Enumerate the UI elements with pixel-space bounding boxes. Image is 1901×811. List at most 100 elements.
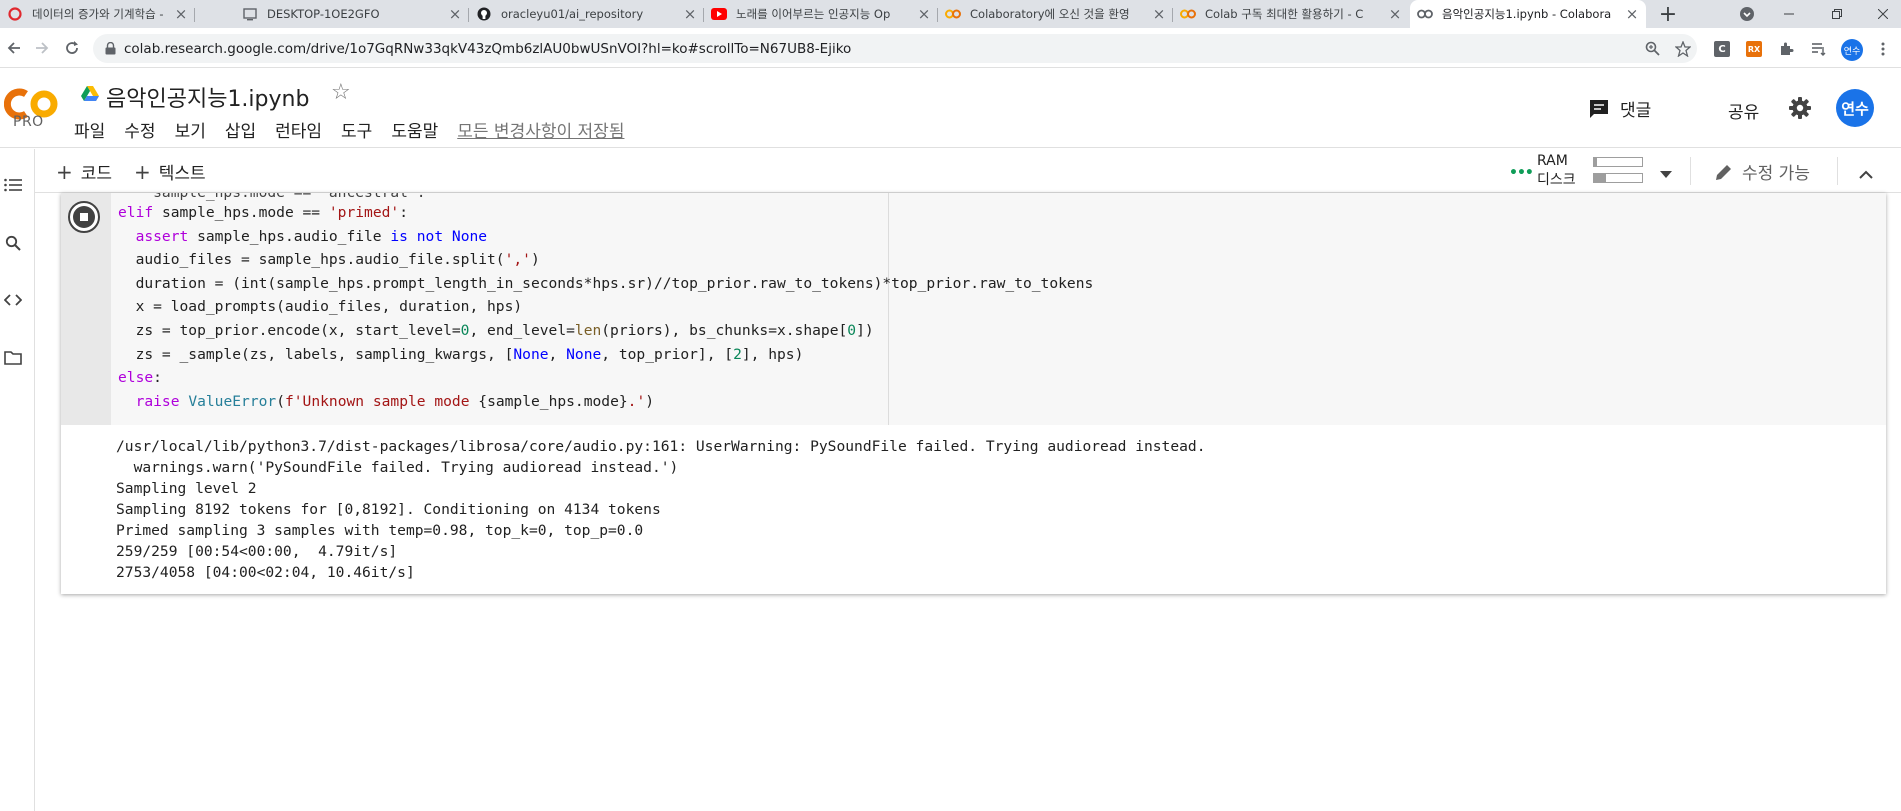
collapse-header-button[interactable] — [1855, 160, 1877, 189]
code-token: , — [548, 345, 567, 363]
code-token: None — [513, 345, 549, 363]
browser-tab[interactable]: DESKTOP-1OE2GFO × — [235, 0, 469, 28]
menu-runtime[interactable]: 런타임 — [275, 117, 322, 142]
code-cell[interactable]: sample_hps.mode == 'ancestral': elif sam… — [61, 193, 1886, 594]
tab-title: Colaboratory에 오신 것을 환영 — [970, 7, 1130, 21]
menu-help[interactable]: 도움말 — [391, 117, 438, 142]
search-icon — [5, 235, 21, 251]
star-icon[interactable]: ☆ — [331, 80, 351, 105]
code-line: raise ValueError(f'Unknown sample mode {… — [118, 390, 1093, 414]
back-button[interactable] — [0, 28, 28, 68]
code-token: 0 — [847, 321, 857, 339]
close-window-button[interactable] — [1872, 0, 1894, 28]
menu-tools[interactable]: 도구 — [341, 117, 372, 142]
code-token: : — [153, 369, 162, 387]
code-snippets-button[interactable] — [2, 289, 24, 311]
tab-search-button[interactable] — [1736, 0, 1758, 28]
left-sidebar — [0, 149, 35, 811]
browser-tab-active[interactable]: 음악인공지능1.ipynb - Colabora × — [1410, 0, 1646, 28]
address-bar[interactable]: colab.research.google.com/drive/1o7GqRNw… — [93, 34, 1697, 63]
code-content[interactable]: elif sample_hps.mode == 'primed': assert… — [118, 201, 1093, 413]
browser-tab[interactable]: oracleyu01/ai_repository × — [469, 0, 704, 28]
code-line-partial: sample_hps.mode == 'ancestral': — [118, 193, 425, 201]
comment-label: 댓글 — [1620, 101, 1652, 121]
minimize-button[interactable] — [1778, 0, 1800, 28]
tab-title: 노래를 이어부르는 인공지능 Op — [736, 7, 891, 21]
code-token: elif — [118, 204, 154, 221]
files-button[interactable] — [2, 347, 24, 369]
youtube-icon — [711, 6, 727, 22]
browser-profile-avatar[interactable]: 연수 — [1841, 39, 1863, 61]
menu-file[interactable]: 파일 — [74, 117, 105, 142]
tab-title: DESKTOP-1OE2GFO — [267, 7, 380, 21]
menu-edit[interactable]: 수정 — [124, 117, 155, 142]
close-tab-icon[interactable]: × — [681, 5, 699, 23]
runtime-dropdown-button[interactable] — [1655, 160, 1677, 189]
reload-button[interactable] — [58, 28, 86, 68]
edit-mode-button[interactable]: 수정 가능 — [1714, 159, 1810, 184]
close-tab-icon[interactable]: × — [1623, 5, 1641, 23]
pencil-icon — [1716, 164, 1731, 180]
toc-icon — [4, 178, 22, 192]
browser-tab[interactable]: Colaboratory에 오신 것을 환영 × — [938, 0, 1173, 28]
notebook-title[interactable]: 음악인공지능1.ipynb — [106, 81, 309, 113]
forward-arrow-icon — [36, 42, 49, 54]
code-editor[interactable]: sample_hps.mode == 'ancestral': elif sam… — [111, 193, 1886, 425]
output-line: warnings.warn('PySoundFile failed. Tryin… — [116, 459, 679, 476]
user-avatar[interactable]: 연수 — [1836, 89, 1874, 127]
extension-rx-icon[interactable]: RX — [1746, 41, 1762, 57]
puzzle-icon — [1780, 42, 1793, 55]
google-drive-icon[interactable] — [81, 86, 99, 102]
browser-tab[interactable]: Colab 구독 최대한 활용하기 - C × — [1173, 0, 1409, 28]
colab-icon — [1180, 6, 1196, 22]
stop-execution-button[interactable] — [68, 201, 100, 233]
code-token: raise — [135, 392, 180, 410]
code-token: else — [118, 369, 154, 387]
reading-list-button[interactable] — [1808, 34, 1830, 63]
output-line: Sampling 8192 tokens for [0,8192]. Condi… — [116, 501, 661, 518]
code-token: len — [574, 321, 602, 339]
close-tab-icon[interactable]: × — [1386, 5, 1404, 23]
bookmark-star-button[interactable] — [1672, 34, 1694, 63]
comment-button[interactable]: 댓글 — [1588, 96, 1651, 121]
reload-icon — [66, 41, 78, 54]
close-tab-icon[interactable]: × — [1150, 5, 1168, 23]
zoom-button[interactable] — [1641, 34, 1663, 63]
close-tab-icon[interactable]: × — [172, 5, 190, 23]
find-replace-button[interactable] — [2, 232, 24, 254]
menu-view[interactable]: 보기 — [175, 117, 206, 142]
close-icon — [1878, 9, 1888, 19]
zoom-icon — [1645, 41, 1660, 56]
lock-icon[interactable] — [105, 42, 116, 55]
save-status[interactable]: 모든 변경사항이 저장됨 — [457, 117, 624, 142]
folder-icon — [4, 351, 22, 365]
minimize-icon — [1784, 13, 1794, 15]
toolbar-divider — [1690, 157, 1691, 185]
browser-menu-button[interactable] — [1872, 34, 1894, 63]
menu-bar: 파일 수정 보기 삽입 런타임 도구 도움말 모든 변경사항이 저장됨 — [74, 117, 643, 142]
add-code-label: 코드 — [80, 164, 113, 184]
new-tab-button[interactable]: + — [1657, 0, 1679, 28]
stop-icon — [73, 206, 95, 228]
browser-tab[interactable]: 데이터의 증가와 기계학습 - Da × — [0, 0, 195, 28]
menu-insert[interactable]: 삽입 — [225, 117, 256, 142]
add-text-label: 텍스트 — [158, 164, 206, 184]
close-tab-icon[interactable]: × — [915, 5, 933, 23]
forward-button[interactable] — [28, 28, 56, 68]
extensions-button[interactable] — [1775, 34, 1797, 63]
add-code-button[interactable]: + 코드 — [56, 159, 113, 185]
share-button[interactable]: 공유 — [1728, 98, 1759, 123]
close-tab-icon[interactable]: × — [446, 5, 464, 23]
browser-tab[interactable]: 노래를 이어부르는 인공지능 Op × — [704, 0, 938, 28]
settings-button[interactable] — [1789, 97, 1811, 119]
add-text-button[interactable]: + 텍스트 — [134, 159, 206, 185]
tab-title: 데이터의 증가와 기계학습 - Da — [32, 7, 167, 21]
url-text[interactable]: colab.research.google.com/drive/1o7GqRNw… — [124, 41, 851, 57]
extension-c-icon[interactable]: C — [1714, 41, 1730, 57]
restore-button[interactable] — [1826, 0, 1848, 28]
code-token: ValueError — [188, 392, 277, 410]
resource-monitor[interactable]: ••• RAM 디스크 — [1509, 153, 1644, 189]
table-of-contents-button[interactable] — [2, 174, 24, 196]
ram-usage-bar — [1593, 157, 1643, 167]
